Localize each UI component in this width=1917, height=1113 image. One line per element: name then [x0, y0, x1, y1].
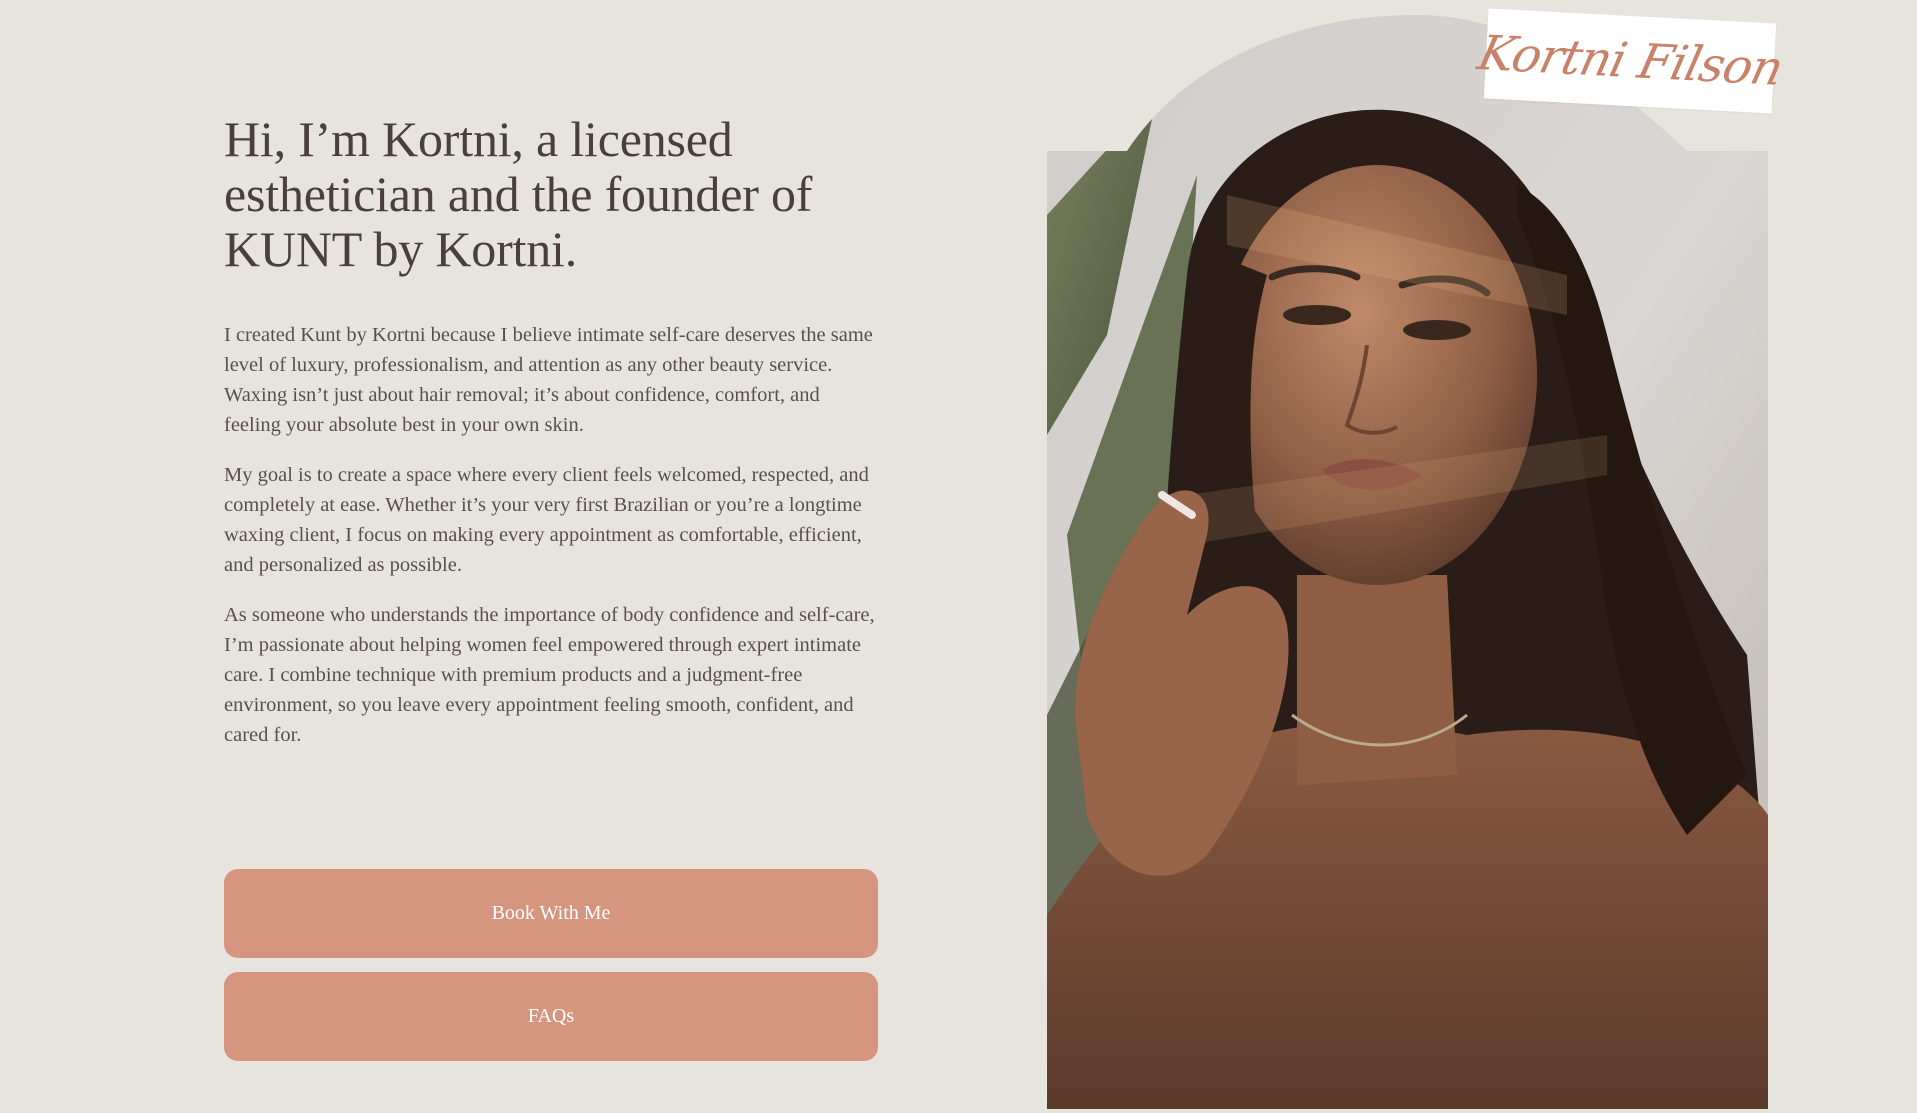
about-heading: Hi, I’m Kortni, a licensed esthetician a… — [224, 111, 813, 277]
signature-text: Kortni Filson — [1472, 25, 1788, 97]
about-text-column: Hi, I’m Kortni, a licensed esthetician a… — [224, 112, 879, 770]
bio-paragraph: As someone who understands the importanc… — [224, 604, 875, 746]
bio-paragraph: My goal is to create a space where every… — [224, 464, 869, 576]
about-bio: I created Kunt by Kortni because I belie… — [224, 320, 879, 750]
portrait-photo — [1047, 15, 1768, 1109]
about-section: Hi, I’m Kortni, a licensed esthetician a… — [0, 0, 1917, 1113]
bio-paragraph: I created Kunt by Kortni because I belie… — [224, 324, 873, 436]
faqs-button[interactable]: FAQs — [224, 972, 878, 1061]
book-with-me-button[interactable]: Book With Me — [224, 869, 878, 958]
signature-card: Kortni Filson — [1472, 8, 1788, 114]
